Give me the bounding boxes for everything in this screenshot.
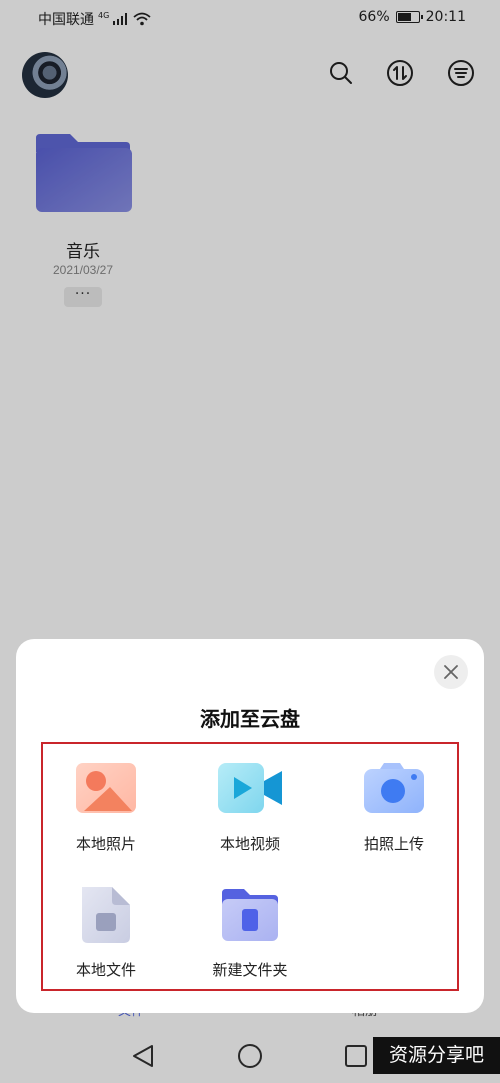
sheet-title: 添加至云盘 xyxy=(200,707,300,731)
option-label: 本地视频 xyxy=(219,835,280,853)
camera-upload-icon xyxy=(362,759,426,819)
close-button[interactable] xyxy=(434,655,468,689)
option-camera-upload[interactable]: 拍照上传 xyxy=(324,759,464,854)
option-label: 本地文件 xyxy=(75,961,136,979)
close-icon xyxy=(444,665,458,679)
local-photo-icon xyxy=(74,759,138,819)
option-label: 新建文件夹 xyxy=(212,961,288,979)
option-local-video[interactable]: 本地视频 xyxy=(180,759,320,854)
option-label: 本地照片 xyxy=(75,835,136,853)
option-local-file[interactable]: 本地文件 xyxy=(36,885,176,980)
option-local-photo[interactable]: 本地照片 xyxy=(36,759,176,854)
option-label: 拍照上传 xyxy=(363,835,424,853)
watermark: 资源分享吧 xyxy=(373,1037,500,1074)
local-file-icon xyxy=(74,885,138,945)
local-video-icon xyxy=(218,759,282,819)
option-new-folder[interactable]: 新建文件夹 xyxy=(180,885,320,980)
add-to-cloud-sheet: 添加至云盘 本地照片 本地视频 拍照上传 本地文件 新建文件夹 xyxy=(16,639,484,1013)
new-folder-icon xyxy=(218,885,282,945)
